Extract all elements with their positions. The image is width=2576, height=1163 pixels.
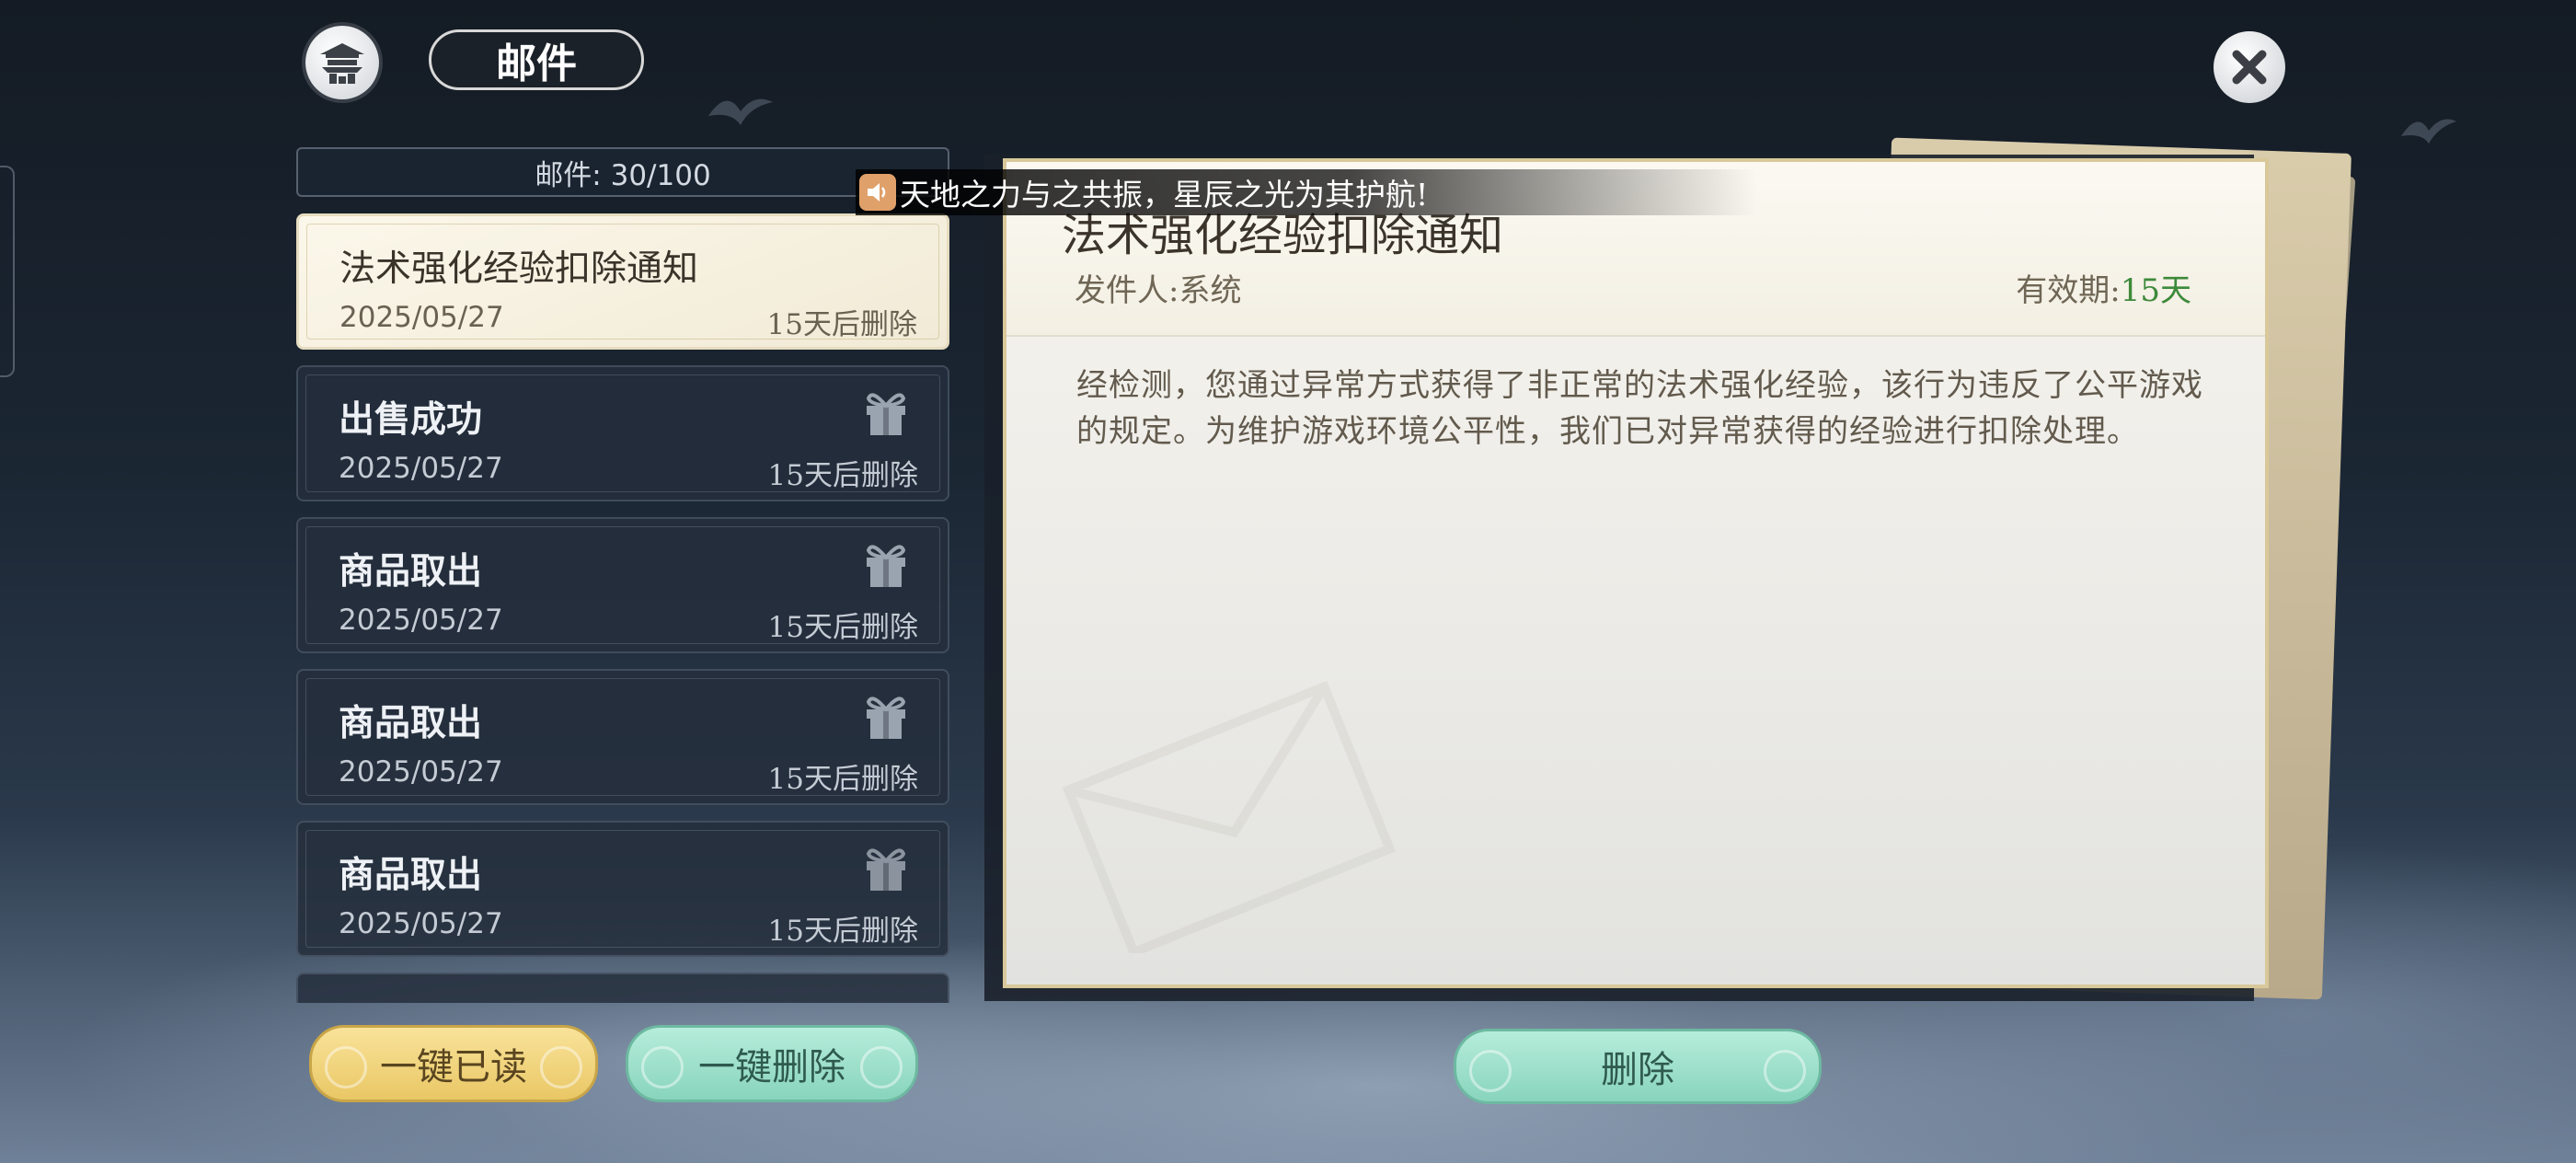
swirl-decoration	[860, 1046, 903, 1088]
validity-label: 有效期:	[2016, 272, 2121, 309]
mail-item[interactable]: 商品取出 2025/05/27 15天后删除	[296, 517, 949, 653]
gift-icon	[866, 393, 906, 435]
mail-expire: 15天后删除	[767, 459, 918, 492]
bird-decoration	[2401, 119, 2456, 144]
close-button[interactable]	[2214, 31, 2285, 103]
mail-expire: 15天后删除	[767, 915, 918, 948]
mail-item[interactable]: 出售成功 2025/05/27 15天后删除	[296, 365, 949, 501]
pagoda-icon	[320, 43, 364, 84]
mail-title: 商品取出	[339, 550, 483, 593]
mail-expire: 15天后删除	[767, 763, 918, 796]
swirl-decoration	[325, 1046, 367, 1088]
swirl-decoration	[540, 1046, 582, 1088]
close-icon	[2232, 50, 2267, 85]
home-button[interactable]	[305, 26, 379, 99]
swirl-decoration	[1764, 1050, 1806, 1092]
mail-item[interactable]: 商品取出 2025/05/27 15天后删除	[296, 669, 949, 805]
gift-icon	[866, 697, 906, 739]
mail-title: 商品取出	[339, 702, 483, 744]
page-title: 邮件	[429, 29, 644, 90]
mail-title: 法术强化经验扣除通知	[339, 248, 699, 290]
mail-title: 出售成功	[339, 398, 483, 441]
bird-decoration	[708, 98, 773, 125]
envelope-watermark-icon	[1062, 680, 1397, 953]
mail-count: 邮件: 30/100	[296, 147, 949, 197]
gift-icon	[866, 848, 906, 891]
mail-item-selected[interactable]: 法术强化经验扣除通知 2025/05/27 15天后删除	[296, 213, 949, 350]
broadcast-banner: 天地之力与之共振，星辰之光为其护航!	[856, 169, 1757, 215]
side-tab[interactable]	[0, 166, 15, 377]
mail-title: 商品取出	[339, 854, 483, 896]
read-all-button[interactable]: 一键已读	[309, 1025, 598, 1102]
swirl-decoration	[641, 1046, 684, 1088]
mail-date: 2025/05/27	[339, 907, 503, 940]
mail-date: 2025/05/27	[339, 604, 503, 637]
detail-sender: 发件人:系统	[1075, 272, 1242, 309]
mail-detail: 法术强化经验扣除通知 发件人:系统 有效期:15天 经检测，您通过异常方式获得了…	[1003, 158, 2269, 988]
broadcast-text: 天地之力与之共振，星辰之光为其护航!	[900, 177, 1429, 213]
validity-value: 15天	[2120, 272, 2191, 309]
mail-list[interactable]: 法术强化经验扣除通知 2025/05/27 15天后删除 出售成功 2025/0…	[296, 213, 949, 1003]
mail-expire: 15天后删除	[766, 308, 917, 341]
gift-icon	[866, 545, 906, 587]
detail-body: 经检测，您通过异常方式获得了非正常的法术强化经验，该行为违反了公平游戏的规定。为…	[1076, 367, 2203, 450]
delete-button[interactable]: 删除	[1454, 1029, 1822, 1104]
detail-validity: 有效期:15天	[2016, 265, 2191, 310]
mail-date: 2025/05/27	[339, 301, 504, 334]
mail-date: 2025/05/27	[339, 755, 503, 789]
delete-all-button[interactable]: 一键删除	[626, 1025, 918, 1102]
mail-item-partial[interactable]	[296, 973, 949, 1003]
swirl-decoration	[1469, 1050, 1512, 1092]
speaker-icon	[859, 174, 896, 211]
delete-all-label: 一键删除	[698, 1046, 845, 1088]
read-all-label: 一键已读	[380, 1046, 527, 1088]
delete-label: 删除	[1601, 1049, 1674, 1091]
mail-expire: 15天后删除	[767, 611, 918, 644]
mail-item[interactable]: 商品取出 2025/05/27 15天后删除	[296, 821, 949, 957]
mail-date: 2025/05/27	[339, 452, 503, 485]
